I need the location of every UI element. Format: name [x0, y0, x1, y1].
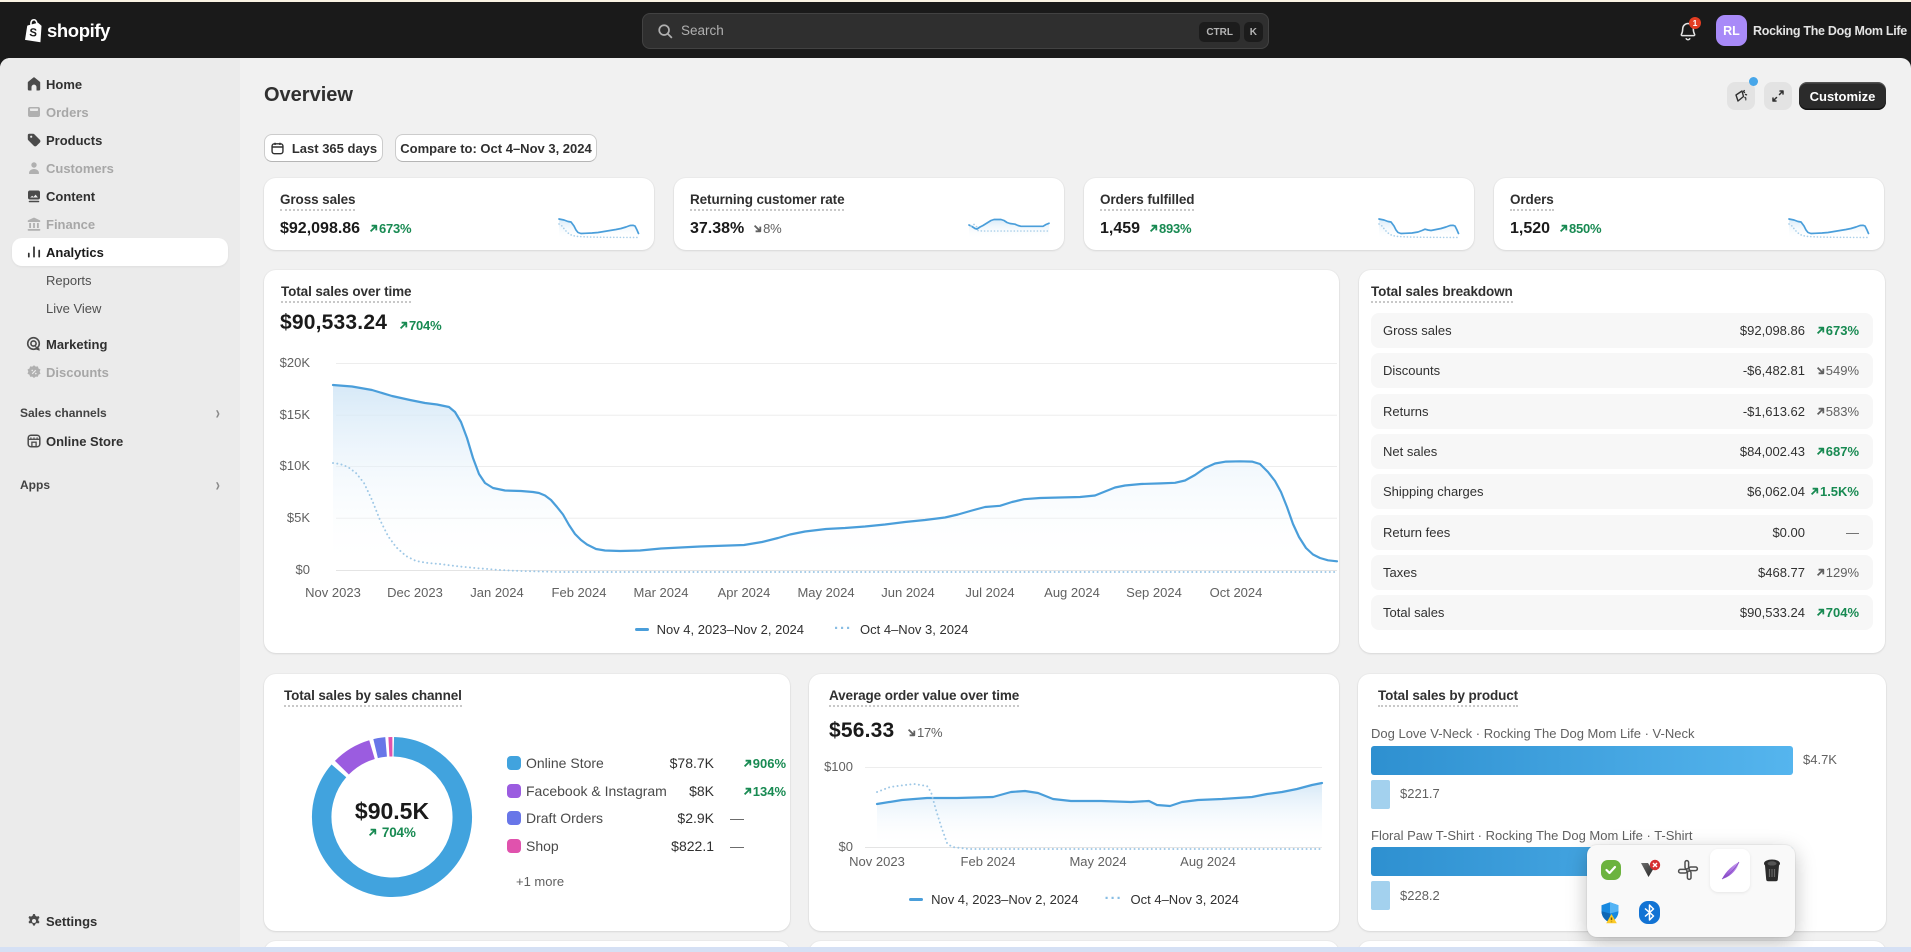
svg-text:S: S	[29, 27, 38, 40]
